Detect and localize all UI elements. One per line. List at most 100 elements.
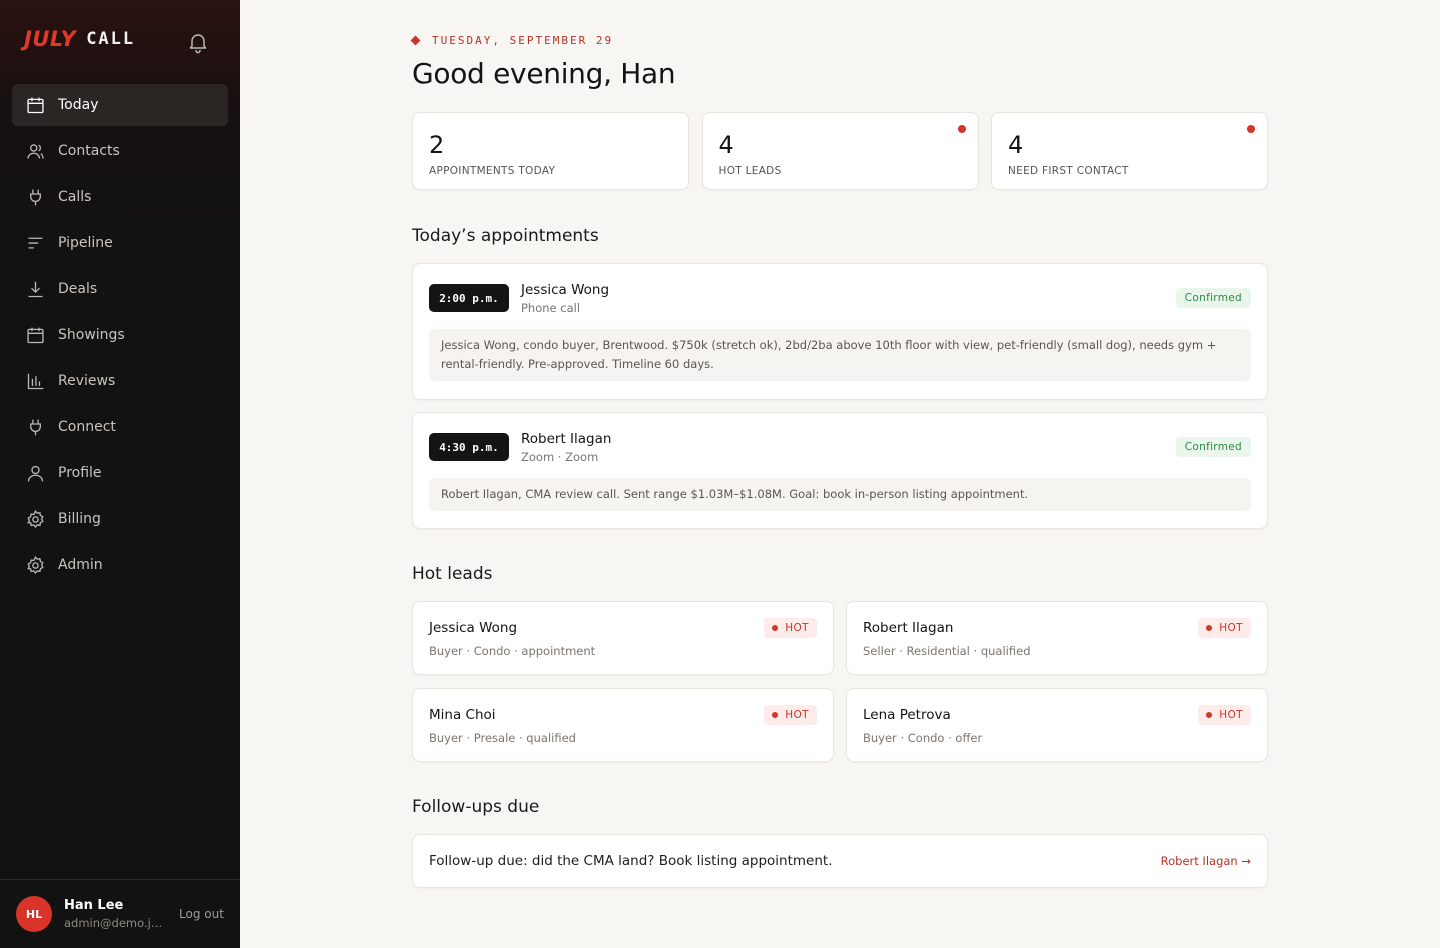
lead-name: Mina Choi xyxy=(429,707,496,723)
stats-row: 2 APPOINTMENTS TODAY 4 HOT LEADS 4 NEED … xyxy=(412,112,1268,190)
sidebar-item-label: Showings xyxy=(58,327,125,343)
sidebar-item-billing[interactable]: Billing xyxy=(12,498,228,540)
followup-text: Follow-up due: did the CMA land? Book li… xyxy=(429,853,833,869)
sidebar-item-label: Today xyxy=(58,97,99,113)
appointment-notes: Robert Ilagan, CMA review call. Sent ran… xyxy=(429,478,1251,511)
bell-icon[interactable] xyxy=(186,30,210,54)
stat-value: 4 xyxy=(1008,131,1024,159)
calendar-icon xyxy=(24,94,46,116)
hot-badge: HOT xyxy=(764,618,817,638)
user-name: Han Lee xyxy=(64,898,124,913)
followups-section-title: Follow-ups due xyxy=(412,797,540,817)
appointment-time: 4:30 p.m. xyxy=(429,433,509,461)
hot-dot-icon xyxy=(1206,712,1213,718)
lead-card[interactable]: Jessica Wong Buyer · Condo · appointment… xyxy=(412,601,834,675)
lead-card[interactable]: Mina Choi Buyer · Presale · qualified HO… xyxy=(412,688,834,762)
appointment-notes: Jessica Wong, condo buyer, Brentwood. $7… xyxy=(429,329,1251,381)
sidebar: JULY CALL Today Contacts Calls Pipeline … xyxy=(0,0,240,948)
avatar[interactable]: HL xyxy=(16,896,52,932)
stat-card-appointments[interactable]: 2 APPOINTMENTS TODAY xyxy=(412,112,689,190)
brand-part-july: JULY xyxy=(24,27,77,51)
stat-value: 2 xyxy=(429,131,445,159)
sidebar-item-showings[interactable]: Showings xyxy=(12,314,228,356)
gear-icon xyxy=(24,508,46,530)
user-icon xyxy=(24,462,46,484)
lead-meta: Seller · Residential · qualified xyxy=(863,644,1031,658)
stat-label: HOT LEADS xyxy=(718,165,782,177)
sidebar-item-label: Calls xyxy=(58,189,92,205)
followup-card[interactable]: Follow-up due: did the CMA land? Book li… xyxy=(412,834,1268,888)
sidebar-item-connect[interactable]: Connect xyxy=(12,406,228,448)
page-title: Good evening, Han xyxy=(412,57,676,90)
hot-dot-icon xyxy=(772,625,779,631)
stat-card-need-first-contact[interactable]: 4 NEED FIRST CONTACT xyxy=(991,112,1268,190)
lead-card[interactable]: Lena Petrova Buyer · Condo · offer HOT xyxy=(846,688,1268,762)
alert-dot-icon xyxy=(1247,125,1255,133)
appointment-card[interactable]: 2:00 p.m. Jessica Wong Phone call Confir… xyxy=(412,263,1268,400)
bar-chart-icon xyxy=(24,370,46,392)
plug-icon xyxy=(24,416,46,438)
plug-icon xyxy=(24,186,46,208)
sidebar-item-admin[interactable]: Admin xyxy=(12,544,228,586)
current-date: TUESDAY, SEPTEMBER 29 xyxy=(432,34,614,47)
lead-card[interactable]: Robert Ilagan Seller · Residential · qua… xyxy=(846,601,1268,675)
stat-card-hot-leads[interactable]: 4 HOT LEADS xyxy=(701,112,979,190)
lead-name: Jessica Wong xyxy=(429,620,518,636)
sidebar-item-label: Billing xyxy=(58,511,101,527)
hot-badge: HOT xyxy=(1198,705,1251,725)
lead-name: Robert Ilagan xyxy=(863,620,954,636)
alert-dot-icon xyxy=(957,125,966,133)
hot-dot-icon xyxy=(772,712,779,718)
hot-badge-label: HOT xyxy=(785,709,809,721)
logout-button[interactable]: Log out xyxy=(179,907,224,921)
hot-badge-label: HOT xyxy=(1219,622,1243,634)
appointments-section-title: Today’s appointments xyxy=(412,226,599,246)
hot-badge-label: HOT xyxy=(785,622,809,634)
sidebar-item-label: Connect xyxy=(58,419,116,435)
sidebar-item-label: Admin xyxy=(58,557,103,573)
stat-label: APPOINTMENTS TODAY xyxy=(429,165,556,177)
sidebar-item-label: Profile xyxy=(58,465,102,481)
user-info: Han Lee admin@demo.ju... xyxy=(64,898,169,930)
brand-logo[interactable]: JULY CALL xyxy=(24,26,135,52)
pipeline-icon xyxy=(24,232,46,254)
brand-part-call: CALL xyxy=(86,29,136,49)
sidebar-item-label: Contacts xyxy=(58,143,120,159)
hot-badge: HOT xyxy=(764,705,817,725)
followup-contact-link[interactable]: Robert Ilagan → xyxy=(1161,854,1251,868)
gear-icon xyxy=(24,554,46,576)
stat-value: 4 xyxy=(718,131,734,159)
hot-badge: HOT xyxy=(1198,618,1251,638)
calendar-icon xyxy=(24,324,46,346)
lead-meta: Buyer · Presale · qualified xyxy=(429,731,576,745)
sidebar-item-reviews[interactable]: Reviews xyxy=(12,360,228,402)
sidebar-item-label: Deals xyxy=(58,281,98,297)
users-icon xyxy=(24,140,46,162)
hot-dot-icon xyxy=(1206,625,1213,631)
status-badge: Confirmed xyxy=(1175,288,1251,308)
sidebar-item-pipeline[interactable]: Pipeline xyxy=(12,222,228,264)
sidebar-item-today[interactable]: Today xyxy=(12,84,228,126)
date-line: TUESDAY, SEPTEMBER 29 xyxy=(410,34,614,47)
sidebar-item-deals[interactable]: Deals xyxy=(12,268,228,310)
user-panel: HL Han Lee admin@demo.ju... Log out xyxy=(0,879,240,948)
appointment-contact-name[interactable]: Jessica Wong xyxy=(521,282,609,298)
download-icon xyxy=(24,278,46,300)
sidebar-item-profile[interactable]: Profile xyxy=(12,452,228,494)
appointment-contact-name[interactable]: Robert Ilagan xyxy=(521,431,611,447)
lead-meta: Buyer · Condo · appointment xyxy=(429,644,596,658)
hot-badge-label: HOT xyxy=(1219,709,1243,721)
sidebar-item-label: Reviews xyxy=(58,373,116,389)
appointment-type: Zoom · Zoom xyxy=(521,450,599,464)
user-email: admin@demo.ju... xyxy=(64,916,169,930)
sidebar-nav: Today Contacts Calls Pipeline Deals Show… xyxy=(12,84,228,590)
lead-name: Lena Petrova xyxy=(863,707,951,723)
sidebar-item-label: Pipeline xyxy=(58,235,113,251)
sidebar-item-contacts[interactable]: Contacts xyxy=(12,130,228,172)
lead-meta: Buyer · Condo · offer xyxy=(863,731,983,745)
appointment-time: 2:00 p.m. xyxy=(429,284,509,312)
sidebar-item-calls[interactable]: Calls xyxy=(12,176,228,218)
hot-leads-section-title: Hot leads xyxy=(412,564,493,584)
appointment-card[interactable]: 4:30 p.m. Robert Ilagan Zoom · Zoom Conf… xyxy=(412,412,1268,529)
appointment-type: Phone call xyxy=(521,301,581,315)
